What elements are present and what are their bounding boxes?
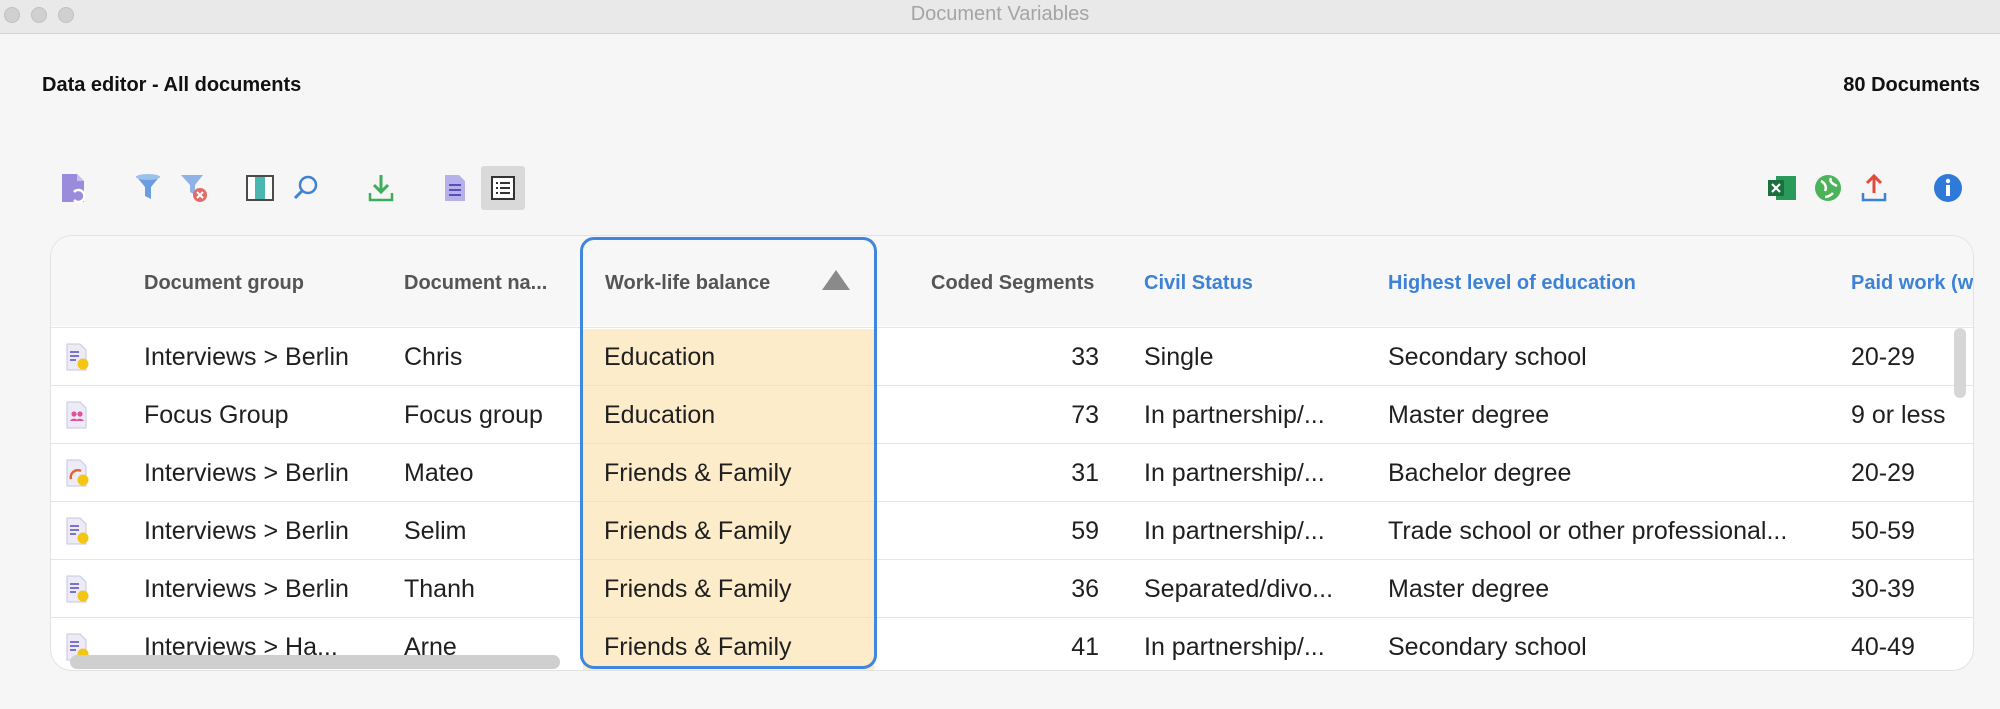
cell-paid-work[interactable]: 30-39	[1851, 560, 1973, 618]
import-icon[interactable]	[359, 166, 403, 210]
cell-civil[interactable]: Separated/divo...	[1144, 560, 1369, 618]
cell-work-life[interactable]: Friends & Family	[604, 560, 864, 618]
text-document-icon	[65, 575, 91, 603]
clear-filter-icon[interactable]	[172, 166, 216, 210]
cell-coded[interactable]: 33	[891, 328, 1099, 386]
document-count: 80 Documents	[1843, 74, 1980, 96]
cell-work-life[interactable]: Friends & Family	[604, 444, 864, 502]
cell-education[interactable]: Master degree	[1388, 386, 1838, 444]
cell-doc-group[interactable]: Interviews > Berlin	[144, 502, 384, 560]
new-document-icon[interactable]	[51, 166, 95, 210]
column-header-paid-work[interactable]: Paid work (w	[1851, 272, 1973, 295]
column-header-education[interactable]: Highest level of education	[1388, 272, 1636, 295]
cell-education[interactable]: Secondary school	[1388, 618, 1838, 670]
cell-paid-work[interactable]: 40-49	[1851, 618, 1973, 670]
cell-doc-name[interactable]: Selim	[404, 502, 584, 560]
cell-doc-group[interactable]: Focus Group	[144, 386, 384, 444]
window-title: Document Variables	[910, 3, 1090, 25]
vertical-scrollbar[interactable]	[1954, 328, 1966, 398]
cell-paid-work[interactable]: 50-59	[1851, 502, 1973, 560]
column-header-civil-status[interactable]: Civil Status	[1144, 272, 1253, 295]
cell-coded[interactable]: 31	[891, 444, 1099, 502]
page-title: Data editor - All documents	[42, 74, 302, 96]
sort-ascending-icon[interactable]	[822, 270, 850, 290]
columns-icon[interactable]	[238, 166, 282, 210]
cell-doc-group[interactable]: Interviews > Berlin	[144, 560, 384, 618]
horizontal-scrollbar[interactable]	[70, 655, 560, 669]
cell-doc-name[interactable]: Mateo	[404, 444, 584, 502]
data-table: Document group Document na... Work-life …	[50, 235, 1974, 671]
filter-icon[interactable]	[126, 166, 170, 210]
cell-work-life[interactable]: Education	[604, 386, 864, 444]
media-document-icon	[65, 459, 91, 487]
web-export-icon[interactable]	[1806, 166, 1850, 210]
cell-civil[interactable]: Single	[1144, 328, 1369, 386]
cell-doc-name[interactable]: Thanh	[404, 560, 584, 618]
title-bar: Document Variables	[0, 0, 2000, 34]
column-header-coded-segments[interactable]: Coded Segments	[931, 272, 1094, 295]
excel-export-icon[interactable]	[1760, 166, 1804, 210]
cell-civil[interactable]: In partnership/...	[1144, 386, 1369, 444]
table-row[interactable]: Interviews > Berlin Selim Friends & Family…	[51, 501, 1973, 560]
cell-coded[interactable]: 59	[891, 502, 1099, 560]
table-row[interactable]: Interviews > Berlin Chris Education 33 Singl…	[51, 327, 1973, 386]
focus-group-icon	[65, 401, 91, 429]
info-icon[interactable]	[1926, 166, 1970, 210]
cell-paid-work[interactable]: 20-29	[1851, 444, 1973, 502]
cell-coded[interactable]: 41	[891, 618, 1099, 670]
text-document-icon	[65, 517, 91, 545]
column-header-document-name[interactable]: Document na...	[404, 272, 547, 295]
cell-work-life[interactable]: Education	[604, 328, 864, 386]
cell-work-life[interactable]: Friends & Family	[604, 502, 864, 560]
cell-education[interactable]: Secondary school	[1388, 328, 1838, 386]
cell-civil[interactable]: In partnership/...	[1144, 502, 1369, 560]
cell-doc-group[interactable]: Interviews > Berlin	[144, 444, 384, 502]
cell-doc-group[interactable]: Interviews > Berlin	[144, 328, 384, 386]
text-document-icon	[65, 343, 91, 371]
search-icon[interactable]	[284, 166, 328, 210]
column-header-document-group[interactable]: Document group	[144, 272, 304, 295]
table-row[interactable]: Interviews > Berlin Mateo Friends & Family…	[51, 443, 1973, 502]
cell-work-life[interactable]: Friends & Family	[604, 618, 864, 670]
cell-doc-name[interactable]: Focus group	[404, 386, 584, 444]
table-row[interactable]: Focus Group Focus group Education 73 In part…	[51, 385, 1973, 444]
cell-education[interactable]: Master degree	[1388, 560, 1838, 618]
table-row[interactable]: Interviews > Berlin Thanh Friends & Family…	[51, 559, 1973, 618]
cell-doc-name[interactable]: Chris	[404, 328, 584, 386]
list-view-icon[interactable]	[433, 166, 477, 210]
cell-civil[interactable]: In partnership/...	[1144, 618, 1369, 670]
cell-education[interactable]: Trade school or other professional...	[1388, 502, 1838, 560]
cell-coded[interactable]: 73	[891, 386, 1099, 444]
column-header-work-life-balance[interactable]: Work-life balance	[605, 272, 770, 295]
cell-civil[interactable]: In partnership/...	[1144, 444, 1369, 502]
table-header: Document group Document na... Work-life …	[51, 236, 1973, 326]
upload-export-icon[interactable]	[1852, 166, 1896, 210]
cell-coded[interactable]: 36	[891, 560, 1099, 618]
detail-view-icon[interactable]	[481, 166, 525, 210]
cell-education[interactable]: Bachelor degree	[1388, 444, 1838, 502]
